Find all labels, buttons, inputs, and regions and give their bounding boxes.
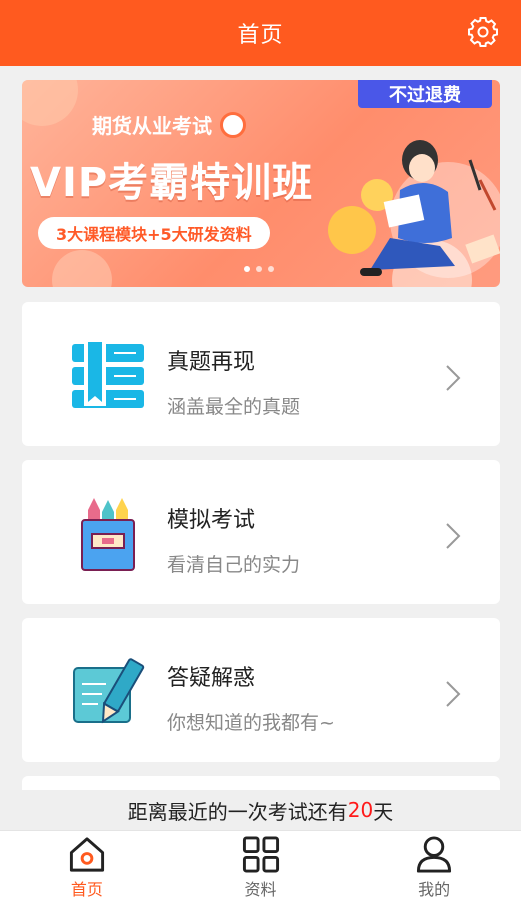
card-description: 涵盖最全的真题 [167, 396, 301, 418]
countdown-days: 20 [347, 798, 374, 822]
no-pass-refund-badge: 不过退费 [358, 80, 492, 108]
tab-label: 首页 [70, 880, 103, 899]
grid-icon [242, 836, 279, 873]
banner-subtitle-text: 期货从业考试 [92, 114, 212, 138]
tab-materials[interactable]: 资料 [174, 831, 348, 900]
tab-label: 我的 [418, 880, 451, 899]
note-pencil-icon [73, 658, 145, 724]
user-icon [417, 836, 452, 873]
banner-feature-pill: 3大课程模块+5大研发资料 [38, 217, 270, 249]
exam-countdown: 距离最近的一次考试还有 20 天 [0, 790, 521, 830]
clock-icon [220, 111, 246, 138]
tab-label: 资料 [244, 880, 277, 899]
home-icon [69, 837, 104, 872]
top-bar: 首页 [0, 0, 521, 66]
carousel-dot[interactable] [244, 266, 250, 272]
banner-headline: VIP考霸特训班 [30, 160, 314, 206]
tab-profile[interactable]: 我的 [347, 831, 521, 900]
page-title: 首页 [237, 23, 284, 48]
carousel-dot[interactable] [256, 266, 262, 272]
countdown-suffix: 天 [373, 799, 394, 824]
countdown-prefix: 距离最近的一次考试还有 [127, 799, 348, 824]
card-title: 真题再现 [167, 350, 256, 375]
promo-banner[interactable]: 不过退费 期货从业考试 VIP考霸特训班 3大课程模块+5大研发资料 [22, 80, 500, 287]
banner-subtitle: 期货从业考试 [92, 110, 246, 139]
card-description: 你想知道的我都有~ [167, 712, 335, 734]
card-description: 看清自己的实力 [167, 554, 301, 576]
chevron-right-icon [446, 681, 461, 707]
chevron-right-icon [446, 523, 461, 549]
card-qa[interactable]: 答疑解惑 你想知道的我都有~ [22, 618, 500, 762]
chevron-right-icon [446, 365, 461, 391]
settings-gear-icon[interactable] [467, 16, 499, 48]
card-title: 模拟考试 [167, 508, 256, 533]
reading-girl-illustration [360, 140, 500, 278]
carousel-indicator[interactable] [244, 266, 274, 272]
card-past-exams[interactable]: 真题再现 涵盖最全的真题 [22, 302, 500, 446]
pencil-cup-icon [81, 498, 135, 571]
bookmark-book-icon [72, 340, 144, 408]
card-mock-exam[interactable]: 模拟考试 看清自己的实力 [22, 460, 500, 604]
bottom-tab-bar: 首页 资料 我的 [0, 830, 521, 900]
tab-home[interactable]: 首页 [0, 831, 174, 900]
carousel-dot[interactable] [268, 266, 274, 272]
card-title: 答疑解惑 [167, 666, 256, 691]
